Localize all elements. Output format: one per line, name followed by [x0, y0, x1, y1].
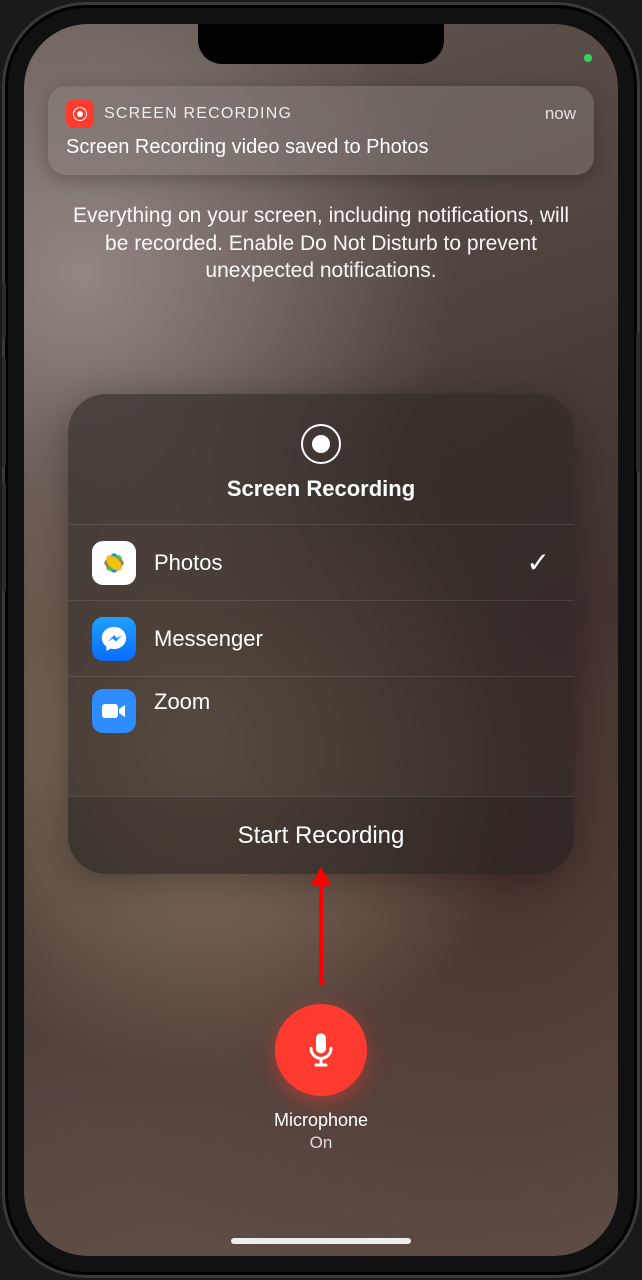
photos-app-icon: [92, 541, 136, 585]
notification-time: now: [545, 104, 576, 124]
home-indicator[interactable]: [231, 1238, 411, 1244]
volume-up-button[interactable]: [2, 357, 6, 467]
checkmark-icon: ✓: [527, 546, 550, 579]
start-recording-label: Start Recording: [238, 822, 405, 850]
messenger-icon: [99, 624, 129, 654]
destination-list[interactable]: Photos ✓ Messenger: [68, 524, 574, 739]
destination-label: Photos: [154, 550, 509, 576]
microphone-label: Microphone: [274, 1110, 368, 1131]
notification-banner[interactable]: SCREEN RECORDING now Screen Recording vi…: [48, 86, 594, 175]
start-recording-button[interactable]: Start Recording: [68, 796, 574, 874]
video-camera-icon: [101, 701, 127, 721]
screen-recording-card: Screen Recording: [68, 394, 574, 874]
ring-switch[interactable]: [2, 282, 6, 340]
screen-recording-app-icon: [66, 100, 94, 128]
screen: SCREEN RECORDING now Screen Recording vi…: [24, 24, 618, 1256]
record-icon: [73, 107, 87, 121]
destination-row-zoom[interactable]: Zoom: [68, 677, 574, 739]
destination-label: Messenger: [154, 626, 550, 652]
camera-indicator-dot: [584, 54, 592, 62]
zoom-app-icon: [92, 689, 136, 733]
card-title: Screen Recording: [227, 476, 415, 502]
power-button[interactable]: [636, 332, 640, 472]
destination-label: Zoom: [154, 689, 550, 715]
microphone-icon: [301, 1030, 341, 1070]
notification-body: Screen Recording video saved to Photos: [66, 136, 576, 159]
flower-icon: [97, 546, 131, 580]
messenger-app-icon: [92, 617, 136, 661]
record-icon: [301, 424, 341, 464]
destination-row-messenger[interactable]: Messenger: [68, 601, 574, 677]
microphone-state: On: [310, 1133, 333, 1153]
destination-row-photos[interactable]: Photos ✓: [68, 525, 574, 601]
instruction-text: Everything on your screen, including not…: [72, 202, 570, 285]
phone-frame: SCREEN RECORDING now Screen Recording vi…: [2, 2, 640, 1278]
microphone-toggle[interactable]: Microphone On: [274, 1004, 368, 1153]
notch: [198, 24, 444, 64]
volume-down-button[interactable]: [2, 482, 6, 592]
notification-app-name: SCREEN RECORDING: [104, 105, 535, 123]
